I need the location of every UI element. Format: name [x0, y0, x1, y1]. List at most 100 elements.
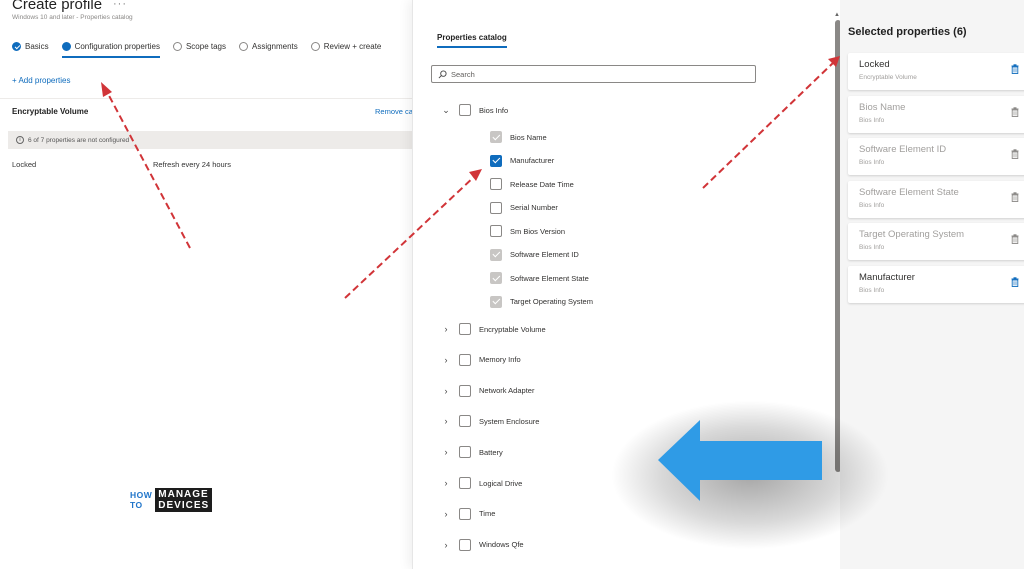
chevron-right-icon[interactable]: ›	[441, 386, 451, 396]
checkbox[interactable]	[459, 415, 471, 428]
selected-property-category: Bios Info	[859, 244, 885, 252]
selected-property-card[interactable]: Manufacturer Bios Info	[848, 266, 1024, 303]
search-input[interactable]	[451, 69, 741, 79]
remove-category-link[interactable]: Remove ca	[375, 107, 412, 116]
selected-property-card[interactable]: Software Element ID Bios Info	[848, 138, 1024, 176]
checkbox[interactable]	[459, 538, 471, 551]
selected-property-card[interactable]: Software Element State Bios Info	[848, 180, 1024, 218]
tree-item[interactable]: Manufacturer	[490, 154, 555, 167]
property-name: Locked	[12, 160, 37, 169]
tab-properties-catalog[interactable]: Properties catalog	[437, 33, 507, 48]
tree-item-label: Windows Qfe	[479, 540, 524, 550]
selected-property-name: Locked	[859, 59, 890, 70]
delete-icon[interactable]	[1011, 192, 1019, 202]
chevron-down-icon[interactable]: ⌄	[441, 105, 451, 116]
tree-item[interactable]: Bios Name	[490, 131, 547, 143]
tree-item[interactable]: Serial Number	[490, 201, 558, 214]
checkbox	[490, 131, 502, 143]
search-box[interactable]	[431, 65, 756, 83]
delete-icon[interactable]	[1011, 234, 1019, 245]
chevron-right-icon[interactable]: ›	[441, 509, 451, 519]
tree-item-label: Encryptable Volume	[479, 324, 546, 334]
checkbox[interactable]	[459, 353, 471, 366]
selected-property-category: Bios Info	[859, 116, 885, 124]
chevron-right-icon[interactable]: ›	[441, 478, 451, 488]
tree-item-label: Release Date Time	[510, 179, 574, 189]
checkbox	[490, 248, 502, 261]
checkbox[interactable]	[459, 384, 471, 397]
more-options-button[interactable]: ···	[113, 0, 127, 10]
selected-property-card[interactable]: Target Operating System Bios Info	[848, 223, 1024, 261]
checkbox	[490, 295, 502, 308]
checkbox[interactable]	[490, 225, 502, 237]
tree-item[interactable]: Sm Bios Version	[490, 225, 565, 237]
step-configuration-properties[interactable]: Configuration properties	[61, 42, 161, 58]
selected-property-category: Bios Info	[859, 201, 885, 209]
checkbox[interactable]	[459, 323, 471, 335]
checkbox	[490, 272, 502, 284]
tree-item[interactable]: Target Operating System	[490, 295, 593, 308]
tree-item-label: Manufacturer	[510, 156, 555, 165]
step-label: Review + create	[323, 42, 382, 51]
tree-item-label: Target Operating System	[510, 297, 593, 306]
step-current-icon	[61, 42, 71, 51]
checkbox[interactable]	[490, 154, 502, 167]
selected-properties-title: Selected properties (6)	[848, 26, 967, 38]
howtomanagedevices-logo: HOW TO MANAGE DEVICES	[130, 488, 213, 512]
tree-item-label: Software Element State	[510, 273, 589, 283]
selected-property-name: Manufacturer	[859, 272, 915, 283]
delete-icon[interactable]	[1011, 64, 1019, 74]
checkbox[interactable]	[459, 507, 471, 520]
checkbox[interactable]	[459, 477, 471, 489]
tree-item-label: Logical Drive	[479, 478, 523, 488]
step-label: Configuration properties	[74, 42, 160, 51]
info-icon: i	[16, 136, 24, 144]
delete-icon[interactable]	[1011, 106, 1019, 117]
tree-group[interactable]: › Logical Drive	[441, 477, 522, 489]
info-message-bar: i 6 of 7 properties are not configured	[8, 131, 412, 149]
tree-item-label: Serial Number	[510, 203, 558, 212]
tree-group[interactable]: › Windows Qfe	[441, 538, 524, 551]
tree-item-label: Battery	[479, 447, 503, 457]
checkbox[interactable]	[490, 201, 502, 214]
chevron-right-icon[interactable]: ›	[441, 355, 451, 365]
selected-property-name: Bios Name	[859, 101, 906, 113]
checkbox[interactable]	[490, 178, 502, 190]
selected-property-card[interactable]: Bios Name Bios Info	[848, 95, 1024, 133]
tree-group[interactable]: › Memory Info	[441, 353, 521, 366]
checkbox[interactable]	[459, 446, 471, 459]
step-review-create[interactable]: Review + create	[310, 42, 382, 51]
step-scope-tags[interactable]: Scope tags	[172, 42, 226, 51]
chevron-right-icon[interactable]: ›	[441, 540, 451, 550]
tree-item[interactable]: Software Element ID	[490, 248, 579, 261]
tree-group[interactable]: › System Enclosure	[441, 415, 540, 428]
tree-group[interactable]: › Time	[441, 507, 495, 520]
tree-group[interactable]: › Network Adapter	[441, 384, 534, 397]
tree-group[interactable]: › Encryptable Volume	[441, 323, 546, 335]
chevron-right-icon[interactable]: ›	[441, 447, 451, 457]
step-complete-icon	[12, 42, 21, 51]
step-assignments[interactable]: Assignments	[238, 42, 298, 51]
add-properties-link[interactable]: + Add properties	[12, 76, 70, 85]
property-value: Refresh every 24 hours	[153, 160, 231, 169]
tree-item-label: Software Element ID	[510, 250, 579, 259]
tree-item[interactable]: Software Element State	[490, 272, 589, 284]
chevron-right-icon[interactable]: ›	[441, 416, 451, 426]
tree-group-bios-info[interactable]: ⌄ Bios Info	[441, 104, 508, 116]
tree-item-label: System Enclosure	[479, 416, 540, 426]
step-basics[interactable]: Basics	[12, 42, 49, 51]
step-pending-icon	[310, 42, 320, 51]
selected-property-category: Bios Info	[859, 287, 885, 294]
checkbox[interactable]	[459, 104, 471, 116]
delete-icon[interactable]	[1011, 149, 1019, 160]
selected-property-card[interactable]: Locked Encryptable Volume	[848, 53, 1024, 90]
create-profile-pane: Create profile ··· Windows 10 and later …	[0, 0, 412, 569]
selected-property-category: Bios Info	[859, 159, 885, 167]
page-subtitle: Windows 10 and later - Properties catalo…	[12, 14, 133, 21]
search-icon	[438, 69, 447, 78]
tree-group[interactable]: › Battery	[441, 446, 503, 459]
chevron-right-icon[interactable]: ›	[441, 324, 451, 334]
tree-item[interactable]: Release Date Time	[490, 178, 574, 190]
delete-icon[interactable]	[1011, 277, 1019, 287]
selected-property-name: Software Element State	[859, 186, 959, 198]
